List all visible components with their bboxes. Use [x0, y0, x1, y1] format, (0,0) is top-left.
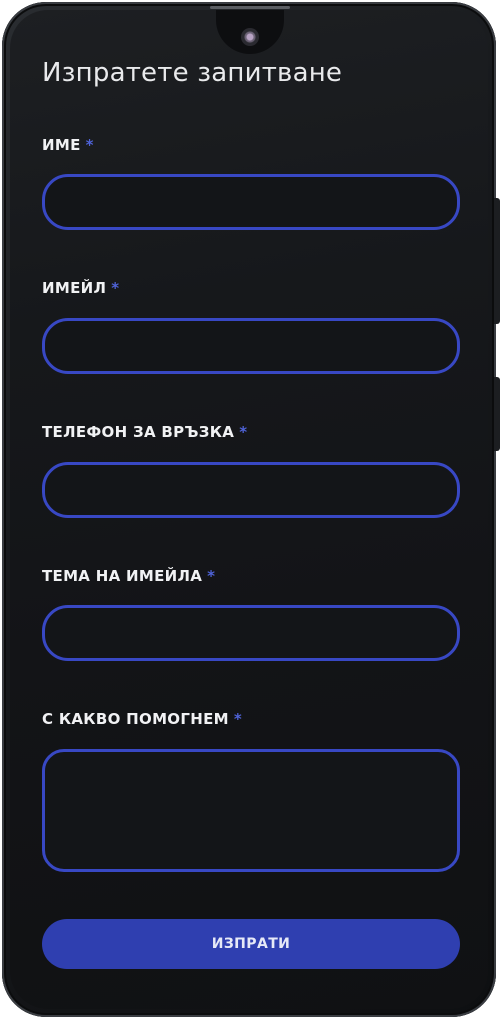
- subject-input[interactable]: [42, 605, 460, 661]
- power-button: [494, 377, 500, 451]
- earpiece-speaker: [210, 6, 290, 9]
- phone-input[interactable]: [42, 462, 460, 518]
- message-textarea[interactable]: [42, 749, 460, 872]
- required-marker: *: [207, 567, 216, 585]
- email-label-text: ИМЕЙЛ: [42, 279, 107, 297]
- volume-button: [494, 198, 500, 324]
- message-label-text: С КАКВО ПОМОГНЕМ: [42, 710, 229, 728]
- name-label: ИМЕ *: [42, 136, 94, 154]
- email-label: ИМЕЙЛ *: [42, 279, 119, 297]
- phone-label: ТЕЛЕФОН ЗА ВРЪЗКА *: [42, 423, 247, 441]
- form-title: Изпратете запитване: [42, 58, 343, 88]
- required-marker: *: [85, 136, 94, 154]
- submit-button[interactable]: ИЗПРАТИ: [42, 919, 460, 969]
- name-input[interactable]: [42, 174, 460, 230]
- subject-label-text: ТЕМА НА ИМЕЙЛА: [42, 567, 203, 585]
- name-label-text: ИМЕ: [42, 136, 81, 154]
- required-marker: *: [111, 279, 120, 297]
- phone-label-text: ТЕЛЕФОН ЗА ВРЪЗКА: [42, 423, 235, 441]
- required-marker: *: [239, 423, 248, 441]
- email-input[interactable]: [42, 318, 460, 374]
- required-marker: *: [233, 710, 242, 728]
- front-camera-icon: [241, 28, 259, 46]
- subject-label: ТЕМА НА ИМЕЙЛА *: [42, 567, 215, 585]
- message-label: С КАКВО ПОМОГНЕМ *: [42, 710, 242, 728]
- phone-frame: Изпратете запитване ИМЕ * ИМЕЙЛ * ТЕЛЕФОН …: [2, 2, 500, 1017]
- phone-screen: Изпратете запитване ИМЕ * ИМЕЙЛ * ТЕЛЕФОН …: [10, 10, 488, 1009]
